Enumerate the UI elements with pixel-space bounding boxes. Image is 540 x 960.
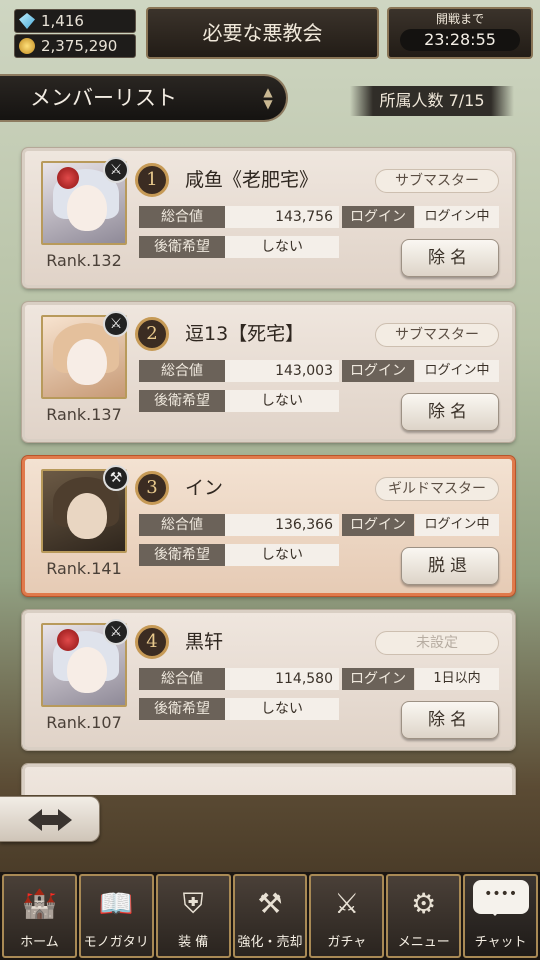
sword-icon: ⚔ [103,311,129,337]
nav-upgrade-sell[interactable]: ⚒ 強化・売却 [232,874,308,958]
gem-amount: 1,416 [41,12,84,30]
nav-home[interactable]: 🏰 ホーム [2,874,77,958]
nav-chat[interactable]: •••• チャット [463,874,539,958]
nav-label: メニュー [397,935,450,950]
rear-value: しない [225,390,339,412]
gears-icon: ⚙ [411,887,437,920]
member-list-dropdown[interactable]: メンバーリスト ▲ ▼ [0,74,288,122]
role-badge: サブマスター [375,169,499,193]
top-bar: 1,416 2,375,290 必要な悪教会 開戦まで 23:28:55 [0,0,540,64]
rear-value: しない [225,236,339,258]
login-label: ログイン [342,206,414,228]
total-label: 総合値 [139,206,225,228]
sword-icon: ⚔ [103,619,129,645]
coin-icon [19,38,35,54]
book-icon: 📖 [98,887,134,920]
member-name: 逗13【死宅】 [185,323,305,345]
player-rank: Rank.137 [46,405,122,424]
gold-amount: 2,375,290 [41,37,118,55]
member-card: ⚔ Rank.132 1 咸鱼《老肥宅》 サブマスター 総合値 143,756 … [21,147,516,289]
login-status: 1日以内 [415,668,499,690]
login-status: ログイン中 [415,514,499,536]
player-rank: Rank.141 [46,559,122,578]
rear-label: 後衛希望 [139,390,225,412]
nav-gacha[interactable]: ⚔ ガチャ [309,874,385,958]
rear-value: しない [225,544,339,566]
sort-toggle-icon[interactable]: ▲ ▼ [258,86,278,110]
rear-label: 後衛希望 [139,698,225,720]
rank-number-badge: 4 [135,625,169,659]
member-count: 所属人数 7/15 [350,86,514,116]
nav-label: 装 備 [178,935,209,950]
total-label: 総合値 [139,360,225,382]
member-card: ⚔ Rank.137 2 逗13【死宅】 サブマスター 総合値 143,003 … [21,301,516,443]
leave-button[interactable]: 脱退 [401,547,499,585]
login-status: ログイン中 [415,206,499,228]
bottom-nav: 🏰 ホーム 📖 モノガタリ ⛨ 装 備 ⚒ 強化・売却 ⚔ ガチャ ⚙ メニュー… [0,872,540,960]
total-label: 総合値 [139,668,225,690]
login-label: ログイン [342,514,414,536]
armor-icon: ⛨ [182,887,204,920]
member-list[interactable]: ⚔ Rank.132 1 咸鱼《老肥宅》 サブマスター 総合値 143,756 … [0,145,540,795]
gem-counter[interactable]: 1,416 [14,9,136,33]
total-value: 114,580 [225,668,339,690]
page-title: メンバーリスト [30,86,177,110]
login-label: ログイン [342,360,414,382]
nav-label: 強化・売却 [237,935,303,950]
player-rank: Rank.107 [46,713,122,732]
role-badge: サブマスター [375,323,499,347]
total-label: 総合値 [139,514,225,536]
expel-button[interactable]: 除名 [401,393,499,431]
rear-label: 後衛希望 [139,236,225,258]
timer-value: 23:28:55 [400,29,520,51]
member-name: 咸鱼《老肥宅》 [185,169,319,191]
anvil-icon: ⚒ [257,887,283,920]
member-card: ⚔ Rank.107 4 黒轩 未設定 総合値 114,580 ログイン 1日以… [21,609,516,751]
castle-icon: 🏰 [21,887,57,920]
guild-name: 必要な悪教会 [146,7,379,59]
rear-value: しない [225,698,339,720]
crossed-swords-icon: ⚔ [334,887,360,920]
role-badge: ギルドマスター [375,477,499,501]
timer-label: 開戦まで [435,12,484,26]
battle-timer: 開戦まで 23:28:55 [387,7,533,59]
rank-number-badge: 1 [135,163,169,197]
login-label: ログイン [342,668,414,690]
rank-number-badge: 3 [135,471,169,505]
nav-equipment[interactable]: ⛨ 装 備 [155,874,231,958]
member-card-partial [21,763,516,795]
nav-label: ガチャ [327,935,367,950]
total-value: 143,003 [225,360,339,382]
expel-button[interactable]: 除名 [401,701,499,739]
rear-label: 後衛希望 [139,544,225,566]
nav-menu[interactable]: ⚙ メニュー [386,874,462,958]
player-rank: Rank.132 [46,251,122,270]
login-status: ログイン中 [415,360,499,382]
total-value: 136,366 [225,514,339,536]
nav-label: モノガタリ [83,935,149,950]
nav-story[interactable]: 📖 モノガタリ [78,874,154,958]
nav-label: ホーム [20,935,59,950]
chat-bubble-icon: •••• [472,880,529,916]
nav-label: チャット [474,935,527,950]
member-name: 黒轩 [185,631,224,653]
total-value: 143,756 [225,206,339,228]
member-card-self: ⚒ Rank.141 3 イン ギルドマスター 総合値 136,366 ログイン… [21,455,516,597]
hammer-icon: ⚒ [103,465,129,491]
rank-number-badge: 2 [135,317,169,351]
sword-icon: ⚔ [103,157,129,183]
gem-icon [19,13,35,29]
member-name: イン [185,477,224,499]
gold-counter[interactable]: 2,375,290 [14,34,136,58]
role-badge: 未設定 [375,631,499,655]
back-arrow-icon [28,809,72,831]
expel-button[interactable]: 除名 [401,239,499,277]
back-button[interactable] [0,796,100,842]
